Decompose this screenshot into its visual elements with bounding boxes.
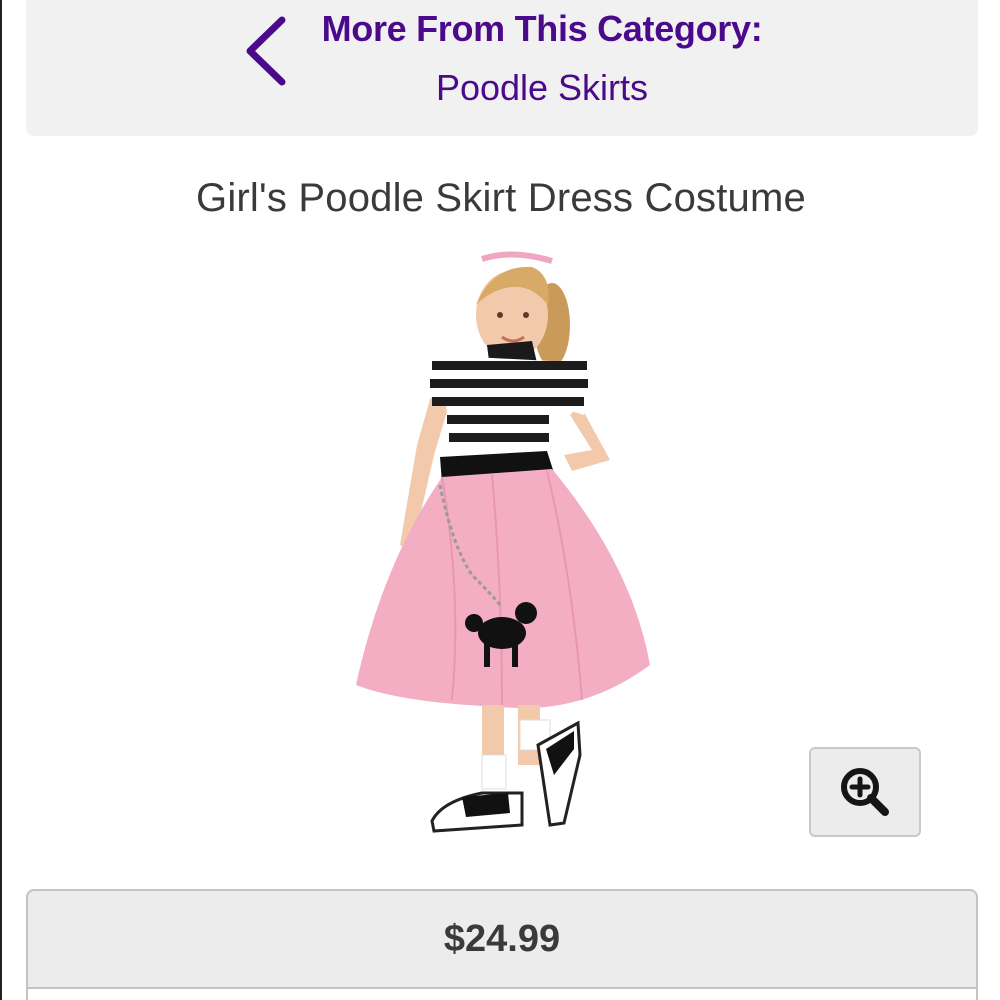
product-price: $24.99 (443, 917, 561, 960)
price-box: $24.99 (26, 889, 978, 989)
zoom-button[interactable] (809, 747, 921, 837)
category-heading: More From This Category: (321, 8, 763, 49)
next-section-box (26, 987, 978, 1000)
category-link[interactable]: Poodle Skirts (26, 67, 978, 109)
zoom-in-icon (841, 768, 889, 816)
product-title: Girl's Poodle Skirt Dress Costume (196, 176, 806, 220)
striped-top (426, 355, 590, 457)
product-image[interactable] (342, 245, 662, 845)
category-nav-card[interactable]: More From This Category: Poodle Skirts (26, 0, 978, 136)
product-page: More From This Category: Poodle Skirts G… (0, 0, 1000, 1000)
